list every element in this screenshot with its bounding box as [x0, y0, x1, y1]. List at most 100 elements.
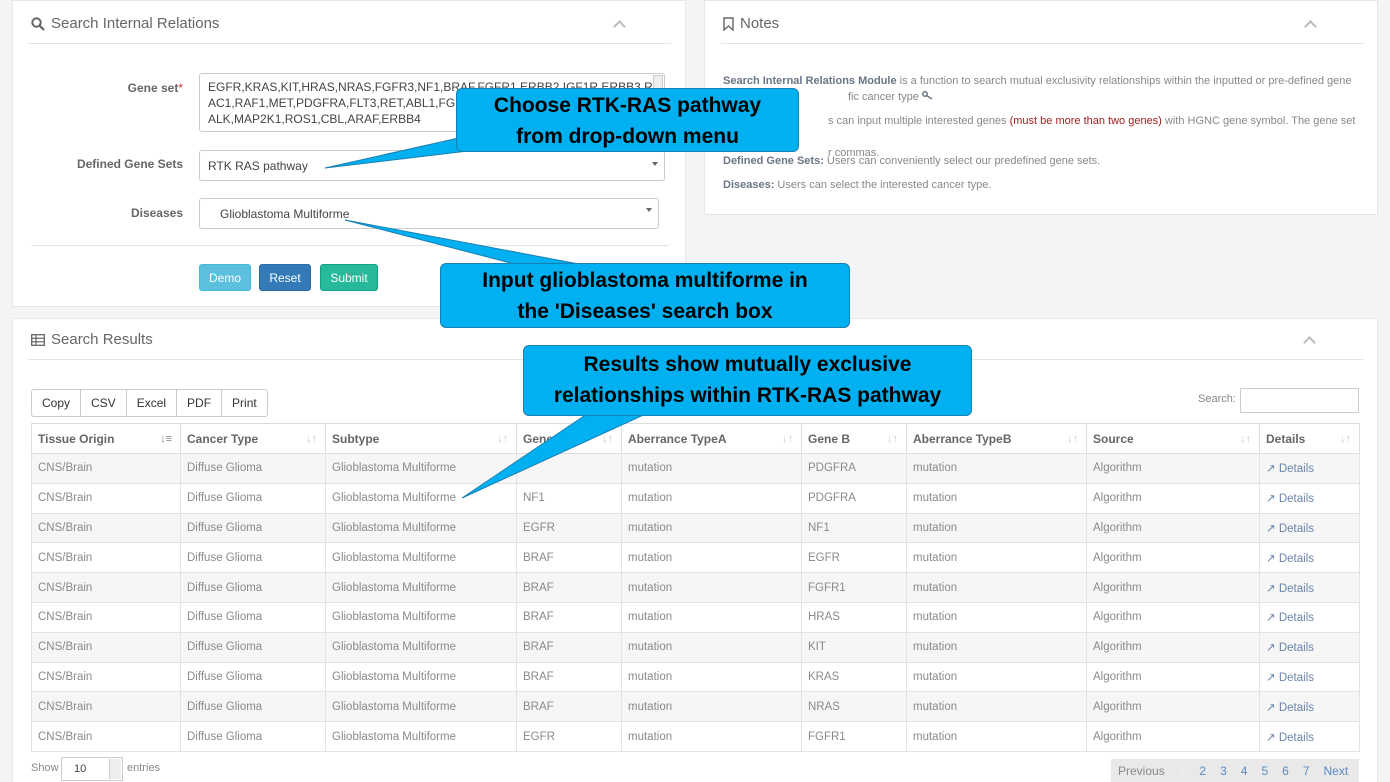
- details-link[interactable]: Details: [1279, 553, 1314, 565]
- table-cell: CNS/Brain: [31, 631, 181, 663]
- pagination-previous[interactable]: Previous: [1111, 764, 1172, 778]
- column-header[interactable]: Aberrance TypeB ↓↑: [906, 423, 1087, 454]
- table-cell: BRAF: [516, 691, 622, 723]
- collapse-chevron-icon[interactable]: [1304, 20, 1317, 33]
- details-link[interactable]: Details: [1279, 702, 1314, 714]
- defined-gene-sets-select[interactable]: RTK RAS pathway: [199, 150, 665, 181]
- column-header[interactable]: Cancer Type ↓↑: [180, 423, 326, 454]
- table-cell: Algorithm: [1086, 721, 1260, 752]
- callout-choose-pathway: Choose RTK-RAS pathway from drop-down men…: [456, 88, 799, 152]
- table-cell: mutation: [906, 721, 1087, 752]
- demo-button[interactable]: Demo: [199, 264, 251, 291]
- external-link-icon: ↗: [1266, 552, 1279, 565]
- gene-set-label: Gene set*: [127, 81, 183, 95]
- diseases-select[interactable]: Glioblastoma Multiforme: [199, 198, 659, 229]
- details-link[interactable]: Details: [1279, 672, 1314, 684]
- print-button[interactable]: Print: [221, 389, 268, 417]
- table-cell[interactable]: ↗ Details: [1259, 601, 1360, 633]
- callout-results: Results show mutually exclusive relations…: [523, 345, 972, 416]
- table-cell: CNS/Brain: [31, 453, 181, 484]
- table-cell: HRAS: [801, 601, 907, 633]
- table-cell[interactable]: ↗ Details: [1259, 453, 1360, 484]
- pdf-button[interactable]: PDF: [176, 389, 223, 417]
- table-row: CNS/Brain Diffuse Glioma Glioblastoma Mult…: [31, 631, 1360, 663]
- table-cell: BRAF: [516, 631, 622, 663]
- column-header[interactable]: Gene B ↓↑: [801, 423, 907, 454]
- sort-icon: ↓↑: [1240, 433, 1251, 445]
- table-row: CNS/Brain Diffuse Glioma Glioblastoma Mult…: [31, 601, 1360, 633]
- table-row: CNS/Brain Diffuse Glioma Glioblastoma Mult…: [31, 453, 1360, 484]
- table-cell: mutation: [906, 542, 1087, 574]
- table-row: CNS/Brain Diffuse Glioma Glioblastoma Mult…: [31, 542, 1360, 574]
- table-cell: BRAF: [516, 601, 622, 633]
- details-link[interactable]: Details: [1279, 523, 1314, 535]
- excel-button[interactable]: Excel: [125, 389, 178, 417]
- table-cell: mutation: [621, 601, 802, 633]
- table-search-input[interactable]: [1240, 388, 1359, 413]
- external-link-icon: ↗: [1266, 731, 1279, 744]
- scrollbar[interactable]: [653, 75, 663, 89]
- table-cell: FGFR1: [801, 572, 907, 603]
- column-header[interactable]: Tissue Origin ↓≡: [31, 423, 181, 454]
- external-link-icon: ↗: [1266, 522, 1279, 535]
- table-cell: Algorithm: [1086, 542, 1260, 574]
- details-link[interactable]: Details: [1279, 642, 1314, 654]
- column-header[interactable]: Aberrance TypeA ↓↑: [621, 423, 802, 454]
- table-cell[interactable]: ↗ Details: [1259, 572, 1360, 603]
- table-cell: BRAF: [516, 542, 622, 574]
- table-cell: KRAS: [801, 661, 907, 693]
- table-cell: FGFR1: [801, 721, 907, 752]
- pagination-next[interactable]: Next: [1317, 764, 1356, 778]
- details-link[interactable]: Details: [1279, 583, 1314, 595]
- sort-icon: ↓↑: [1340, 433, 1351, 445]
- sort-icon: ↓≡: [160, 433, 172, 445]
- column-header[interactable]: Source ↓↑: [1086, 423, 1260, 454]
- pagination-page[interactable]: 3: [1213, 764, 1234, 778]
- table-cell: Glioblastoma Multiforme: [325, 691, 517, 723]
- pagination-page[interactable]: 4: [1234, 764, 1255, 778]
- pagination-page[interactable]: 2: [1192, 764, 1213, 778]
- column-header[interactable]: Subtype ↓↑: [325, 423, 517, 454]
- details-link[interactable]: Details: [1279, 493, 1314, 505]
- table-cell[interactable]: ↗ Details: [1259, 482, 1360, 514]
- table-cell[interactable]: ↗ Details: [1259, 542, 1360, 574]
- search-panel-title-text: Search Internal Relations: [51, 15, 220, 32]
- table-row: CNS/Brain Diffuse Glioma Glioblastoma Mult…: [31, 661, 1360, 693]
- details-link[interactable]: Details: [1279, 732, 1314, 744]
- pagination-page[interactable]: 1: [1172, 764, 1193, 778]
- table-cell[interactable]: ↗ Details: [1259, 631, 1360, 663]
- pagination-page[interactable]: 6: [1275, 764, 1296, 778]
- table-cell[interactable]: ↗ Details: [1259, 691, 1360, 723]
- page-length-value: 10: [74, 763, 87, 775]
- pagination-page[interactable]: 5: [1254, 764, 1275, 778]
- csv-button[interactable]: CSV: [80, 389, 127, 417]
- divider: [29, 43, 671, 44]
- table-cell[interactable]: ↗ Details: [1259, 661, 1360, 693]
- sort-icon: ↓↑: [782, 433, 793, 445]
- callout-input-disease: Input glioblastoma multiforme in the 'Dis…: [440, 263, 850, 328]
- table-cell: Algorithm: [1086, 482, 1260, 514]
- table-cell: Algorithm: [1086, 601, 1260, 633]
- copy-button[interactable]: Copy: [31, 389, 82, 417]
- column-header[interactable]: Gene A ↓↑: [516, 423, 622, 454]
- details-link[interactable]: Details: [1279, 463, 1314, 475]
- details-link[interactable]: Details: [1279, 612, 1314, 624]
- results-panel-title-text: Search Results: [51, 331, 153, 348]
- table-cell[interactable]: ↗ Details: [1259, 721, 1360, 752]
- table-cell: EGFR: [801, 542, 907, 574]
- table-cell: NRAS: [801, 691, 907, 723]
- column-header[interactable]: Details ↓↑: [1259, 423, 1360, 454]
- results-panel-title: Search Results: [31, 331, 153, 348]
- table-cell: Glioblastoma Multiforme: [325, 661, 517, 693]
- table-header-row: Tissue Origin ↓≡ Cancer Type ↓↑ Subtype ↓↑ …: [31, 423, 1360, 454]
- reset-button[interactable]: Reset: [259, 264, 311, 291]
- pagination-page[interactable]: 7: [1296, 764, 1317, 778]
- table-cell[interactable]: ↗ Details: [1259, 512, 1360, 544]
- table-cell: Diffuse Glioma: [180, 661, 326, 693]
- page-length-select[interactable]: 10: [61, 757, 123, 781]
- table-cell: Diffuse Glioma: [180, 601, 326, 633]
- submit-button[interactable]: Submit: [320, 264, 378, 291]
- table-cell: Algorithm: [1086, 691, 1260, 723]
- bookmark-icon: [723, 16, 734, 31]
- collapse-chevron-icon[interactable]: [613, 20, 626, 33]
